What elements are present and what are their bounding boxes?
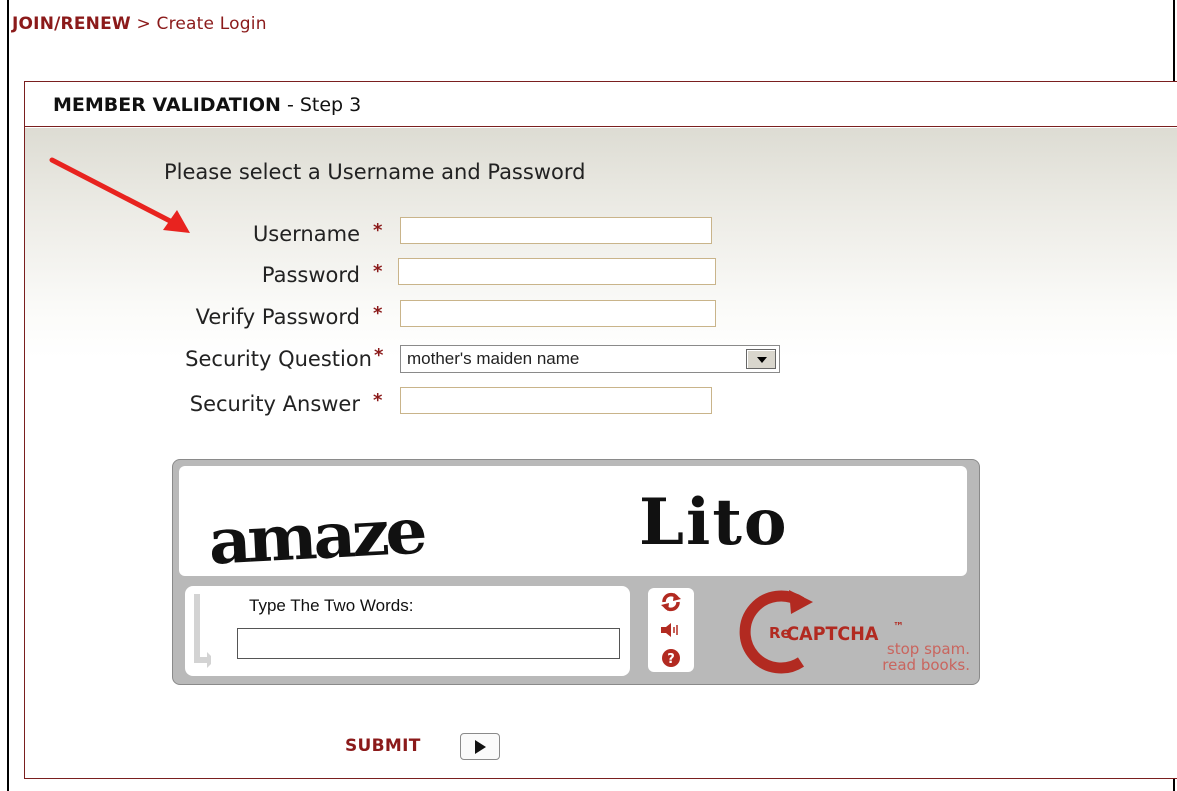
- refresh-icon[interactable]: [648, 588, 694, 616]
- submit-button[interactable]: [460, 733, 500, 760]
- password-input[interactable]: [398, 258, 716, 285]
- audio-icon[interactable]: [648, 616, 694, 644]
- verify-password-label: Verify Password: [195, 305, 360, 329]
- required-marker: *: [374, 345, 384, 366]
- captcha-word-2: Lito: [639, 485, 789, 560]
- panel-title-step: - Step 3: [286, 94, 362, 116]
- required-marker: *: [373, 390, 383, 411]
- svg-text:?: ?: [667, 652, 675, 667]
- chevron-down-icon[interactable]: [746, 349, 776, 369]
- security-answer-label: Security Answer: [189, 392, 360, 416]
- captcha-instruction: Type The Two Words:: [249, 596, 414, 615]
- recaptcha-logo-tm: ™: [893, 620, 904, 633]
- security-answer-input[interactable]: [400, 387, 712, 414]
- recaptcha-slogan-2: read books.: [882, 656, 970, 674]
- security-question-select[interactable]: mother's maiden name: [400, 345, 780, 373]
- username-input[interactable]: [400, 217, 712, 244]
- help-icon[interactable]: ?: [648, 644, 694, 672]
- required-marker: *: [373, 220, 383, 241]
- required-marker: *: [373, 303, 383, 324]
- required-marker: *: [373, 261, 383, 282]
- captcha-response-input[interactable]: [237, 628, 620, 659]
- captcha-word-1: amaze: [207, 495, 427, 576]
- captcha-input-area: Type The Two Words:: [185, 586, 630, 676]
- captcha-controls: ?: [648, 588, 694, 672]
- annotation-arrow-icon: [49, 157, 190, 233]
- recaptcha-logo: Re CAPTCHA ™ stop spam. read books.: [733, 586, 973, 676]
- password-label: Password: [261, 263, 360, 287]
- captcha-image: amaze Lito: [179, 466, 967, 579]
- form-instruction: Please select a Username and Password: [164, 160, 586, 184]
- bracket-arrow-icon: [194, 594, 211, 668]
- recaptcha-widget: amaze Lito Type The Two Words: ? Re CAPT…: [172, 459, 980, 685]
- recaptcha-logo-name: CAPTCHA: [786, 623, 879, 645]
- submit-label[interactable]: SUBMIT: [345, 736, 421, 756]
- security-question-label: Security Question: [185, 347, 372, 371]
- verify-password-input[interactable]: [400, 300, 716, 327]
- security-question-value: mother's maiden name: [407, 349, 580, 368]
